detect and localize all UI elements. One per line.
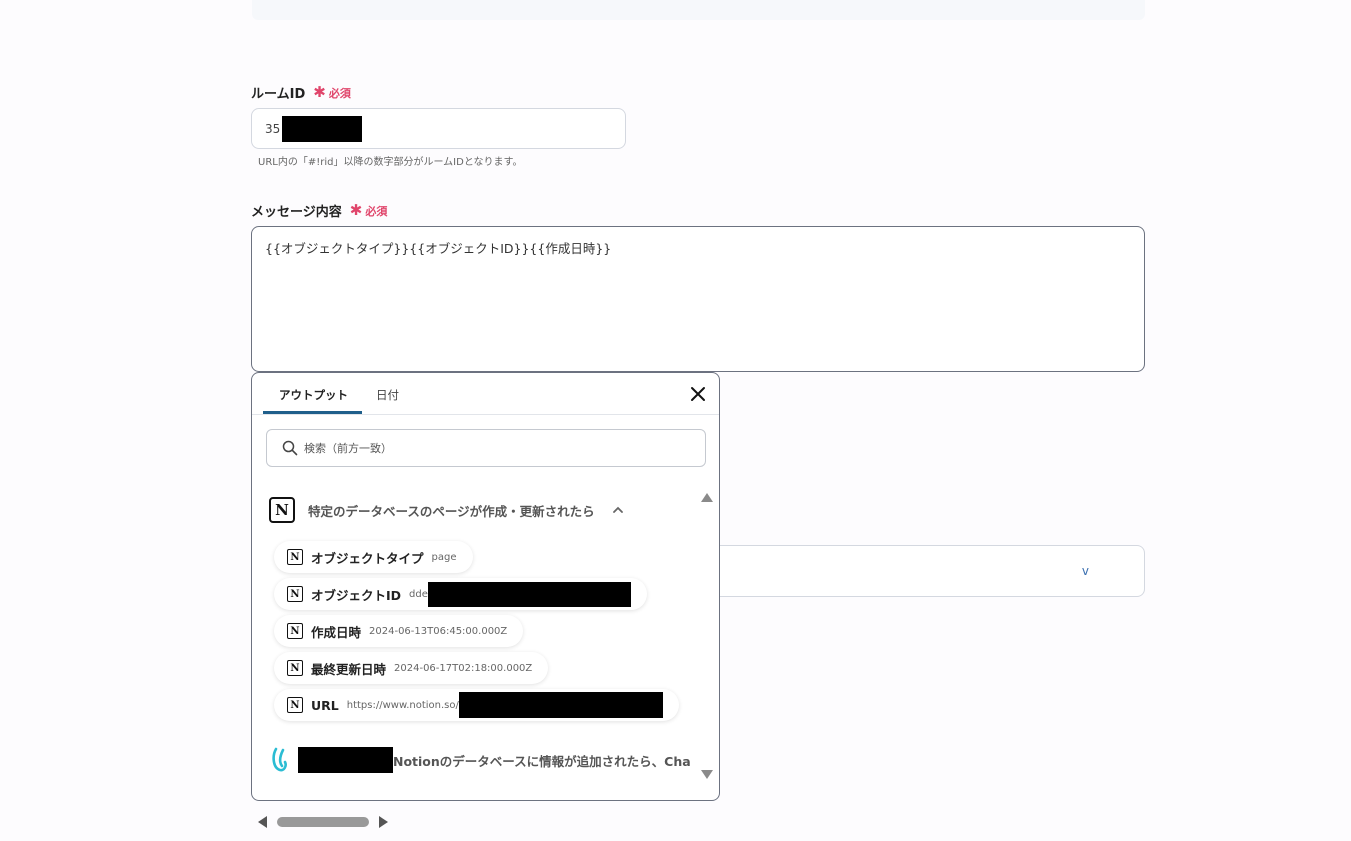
asterisk-icon: ✱ <box>313 83 326 101</box>
item-value-text: page <box>431 551 457 563</box>
active-tab-indicator <box>263 411 362 414</box>
item-label: 最終更新日時 <box>311 661 387 677</box>
scroll-left-arrow[interactable] <box>258 816 267 828</box>
output-item-object-id[interactable]: N オブジェクトID dde <box>274 578 647 610</box>
output-item-created-time[interactable]: N 作成日時 2024-06-13T06:45:00.000Z <box>274 615 524 647</box>
item-label: 作成日時 <box>311 624 362 640</box>
room-id-label-text: ルームID <box>251 87 306 102</box>
scroll-down-arrow[interactable] <box>701 770 713 779</box>
room-id-label: ルームID ✱ 必須 <box>251 83 351 103</box>
room-id-hint: URL内の「#!rid」以降の数字部分がルームIDとなります。 <box>258 157 523 168</box>
chatwork-icon <box>272 747 287 772</box>
item-value-text: 2024-06-17T02:18:00.000Z <box>394 662 533 674</box>
group-header-chatwork[interactable]: Notionのデータベースに情報が追加されたら、Cha <box>270 746 691 774</box>
search-icon <box>282 440 298 456</box>
redacted-block <box>458 692 663 718</box>
horizontal-scrollbar[interactable] <box>258 816 388 828</box>
group-title: 特定のデータベースのページが作成・更新されたら <box>308 503 595 519</box>
item-value: https://www.notion.so/ <box>347 692 663 718</box>
message-value: {{オブジェクトタイプ}}{{オブジェクトID}}{{作成日時}} <box>265 241 612 256</box>
item-value: dde <box>409 581 631 607</box>
group-title: Notionのデータベースに情報が追加されたら、Cha <box>393 753 691 769</box>
group-header-notion[interactable]: N 特定のデータベースのページが作成・更新されたら <box>269 497 624 523</box>
item-value: 2024-06-13T06:45:00.000Z <box>369 626 507 637</box>
item-value-text: https://www.notion.so/ <box>346 699 459 711</box>
required-badge: ✱ 必須 <box>313 85 351 101</box>
item-label: オブジェクトID <box>311 587 402 603</box>
room-id-input[interactable]: 35 <box>251 108 626 149</box>
search-field[interactable] <box>266 429 706 467</box>
redacted-block <box>427 581 631 607</box>
redacted-block <box>298 747 393 773</box>
select-field[interactable]: v <box>715 545 1145 597</box>
item-value: page <box>432 552 457 563</box>
item-value: 2024-06-17T02:18:00.000Z <box>394 663 532 674</box>
asterisk-icon: ✱ <box>349 201 363 219</box>
notion-icon: N <box>287 623 303 639</box>
redacted-block <box>282 115 363 142</box>
item-value-text: 2024-06-13T06:45:00.000Z <box>369 625 508 637</box>
room-id-value: 35 <box>265 121 281 136</box>
search-input[interactable] <box>304 441 684 455</box>
item-label: URL <box>311 697 339 713</box>
output-item-updated-time[interactable]: N 最終更新日時 2024-06-17T02:18:00.000Z <box>274 652 549 684</box>
message-label-text: メッセージ内容 <box>251 205 342 220</box>
message-textarea[interactable]: {{オブジェクトタイプ}}{{オブジェクトID}}{{作成日時}} <box>251 226 1145 372</box>
message-label: メッセージ内容 ✱ 必須 <box>251 201 388 221</box>
notion-icon: N <box>287 586 303 602</box>
required-text: 必須 <box>328 86 351 100</box>
item-value-text: dde <box>409 588 428 600</box>
scrollbar-thumb[interactable] <box>277 817 369 827</box>
chevron-down-icon[interactable]: v <box>1082 564 1089 578</box>
required-text: 必須 <box>365 204 388 218</box>
top-panel <box>252 0 1145 20</box>
output-item-object-type[interactable]: N オブジェクトタイプ page <box>274 541 473 573</box>
tab-date[interactable]: 日付 <box>376 387 399 403</box>
notion-icon: N <box>287 697 303 713</box>
output-picker-popup: アウトプット 日付 N 特定のデータベースのページが作成・更新されたら N オブ… <box>251 372 720 801</box>
notion-icon: N <box>287 549 303 565</box>
item-label: オブジェクトタイプ <box>311 550 424 566</box>
chevron-up-icon[interactable] <box>612 506 624 514</box>
close-icon[interactable] <box>689 385 707 403</box>
notion-icon: N <box>287 660 303 676</box>
tab-bar: アウトプット 日付 <box>252 373 719 415</box>
scroll-right-arrow[interactable] <box>379 816 388 828</box>
notion-icon: N <box>269 497 295 523</box>
scroll-up-arrow[interactable] <box>701 493 713 502</box>
tab-output[interactable]: アウトプット <box>279 387 348 403</box>
output-item-url[interactable]: N URL https://www.notion.so/ <box>274 689 679 721</box>
required-badge: ✱ 必須 <box>350 203 388 219</box>
